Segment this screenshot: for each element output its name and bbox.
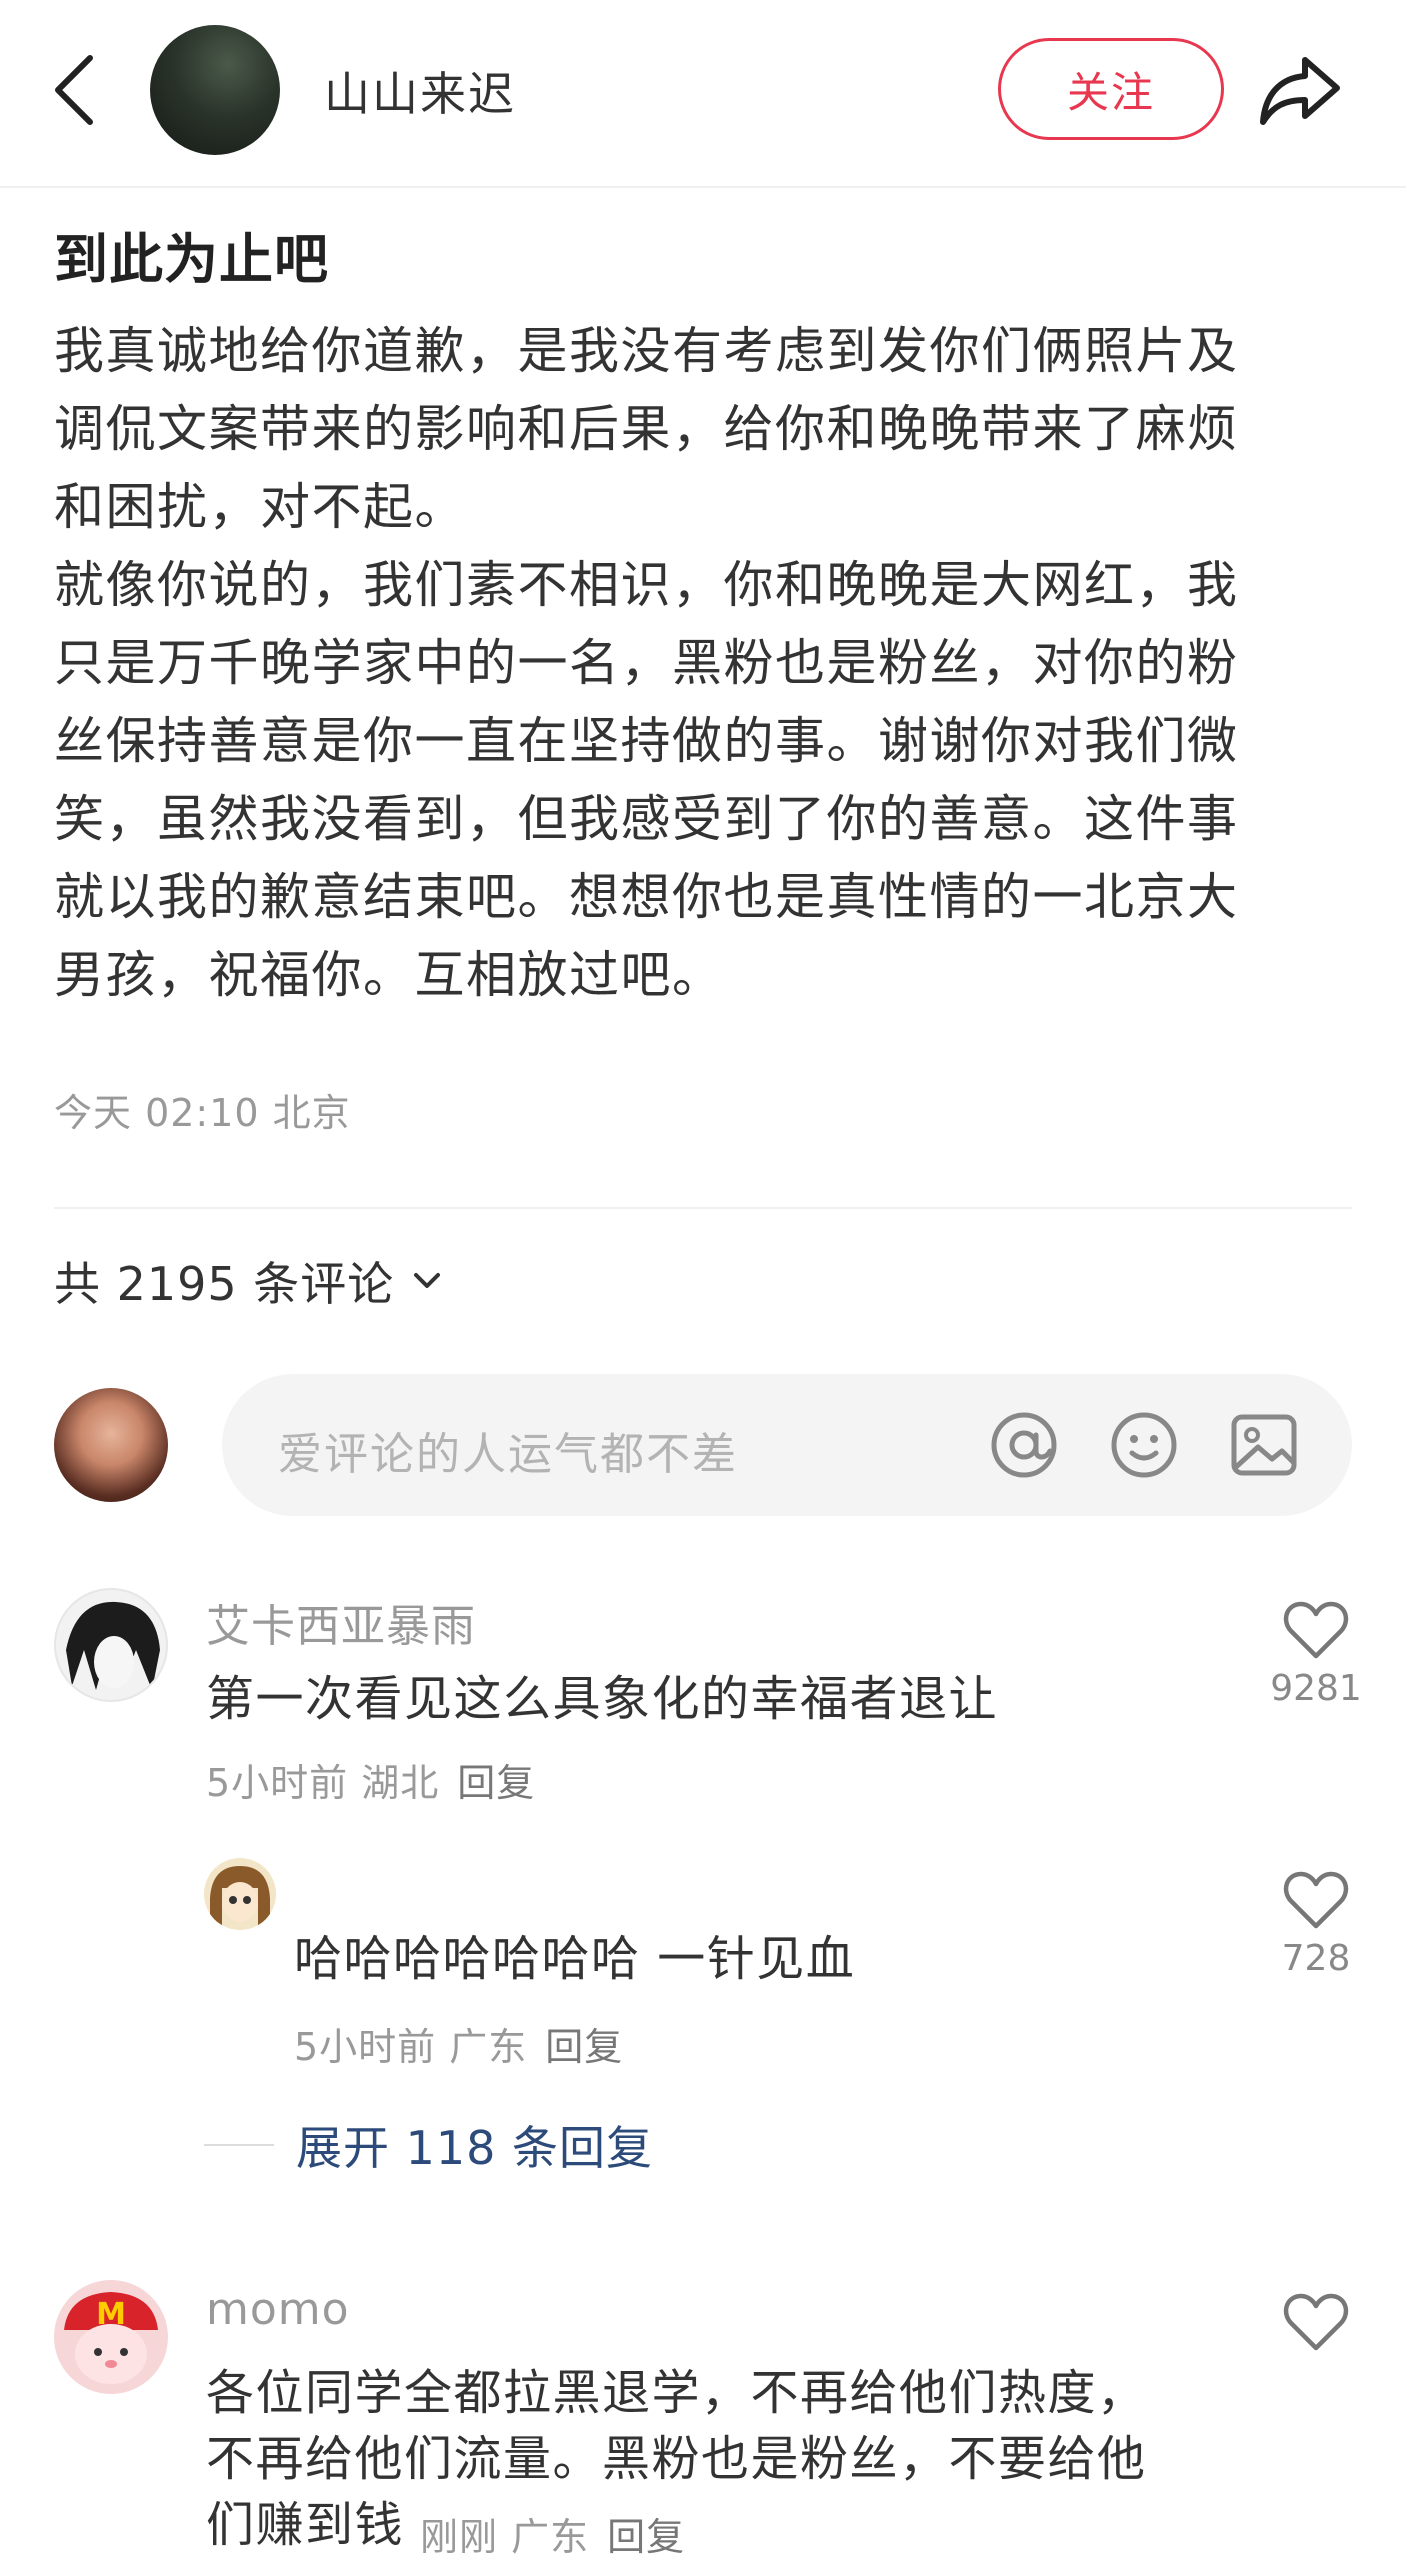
expand-replies-label: 展开 118 条回复 [296,2121,654,2175]
comment-text[interactable]: 哈哈哈哈哈哈哈 一针见血 [294,1926,855,1992]
post-meta: 今天 02:10 北京 [54,1091,351,1135]
comment-meta: 5小时前 广东 回复 [294,2016,623,2071]
comment-time: 刚刚 广东 [420,2515,590,2559]
comment-meta: 5小时前 湖北 回复 [206,1752,535,1807]
mention-icon[interactable] [986,1407,1062,1483]
comment-count-sort[interactable]: 共 2195 条评论 [54,1248,442,1314]
post-line: 笑，虽然我没看到，但我感受到了你的善意。这件事 [54,790,1239,848]
follow-button[interactable]: 关注 [998,38,1224,140]
comment-input[interactable]: 爱评论的人运气都不差 [222,1374,1352,1516]
post-line: 和困扰，对不起。 [54,478,466,536]
comment-count-label: 共 2195 条评论 [54,1257,395,1311]
post-line: 只是万千晚学家中的一名，黑粉也是粉丝，对你的粉 [54,634,1239,692]
like-button[interactable]: 9281 [1266,1600,1366,1709]
image-icon[interactable] [1226,1407,1302,1483]
comment-time: 5小时前 广东 [294,2025,528,2069]
post-line: 丝保持善意是你一直在坚持做的事。谢谢你对我们微 [54,712,1239,770]
comment-text[interactable]: 第一次看见这么具象化的幸福者退让 [206,1666,998,1732]
share-icon [1260,57,1340,125]
emoji-icon[interactable] [1106,1407,1182,1483]
heart-icon [1283,1601,1349,1659]
my-avatar [54,1388,168,1502]
commenter-name[interactable]: momo [206,2284,350,2335]
reply-button[interactable]: 回复 [545,2025,623,2069]
top-bar: 山山来迟 关注 [0,0,1406,188]
chevron-left-icon [55,55,93,125]
author-name[interactable]: 山山来迟 [324,58,516,124]
comment-text[interactable]: 各位同学全都拉黑退学，不再给他们热度， [206,2360,1147,2426]
author-avatar[interactable] [150,25,280,155]
commenter-avatar[interactable] [204,1858,276,1930]
post-title: 到此为止吧 [54,228,329,291]
heart-icon [1283,2293,1349,2351]
post-line: 就以我的歉意结束吧。想想你也是真性情的一北京大 [54,868,1239,926]
post-body: 我真诚地给你道歉，是我没有考虑到发你们俩照片及 调侃文案带来的影响和后果，给你和… [54,312,1354,1014]
post-line: 我真诚地给你道歉，是我没有考虑到发你们俩照片及 [54,322,1239,380]
chevron-down-icon [412,1271,442,1291]
post-line: 调侃文案带来的影响和后果，给你和晚晚带来了麻烦 [54,400,1239,458]
comment-meta: 刚刚 广东 回复 [420,2506,685,2560]
like-button[interactable] [1266,2292,1366,2352]
comment-time: 5小时前 湖北 [206,1761,440,1805]
like-button[interactable]: 728 [1266,1870,1366,1979]
heart-icon [1283,1871,1349,1929]
reply-button[interactable]: 回复 [457,1761,535,1805]
commenter-avatar[interactable] [54,1588,168,1702]
like-count: 728 [1281,1938,1351,1979]
commenter-avatar[interactable]: M [54,2280,168,2394]
post-line: 就像你说的，我们素不相识，你和晚晚是大网红，我 [54,556,1239,614]
comment-input-placeholder: 爱评论的人运气都不差 [278,1429,738,1480]
expand-replies-button[interactable]: 展开 118 条回复 [204,2112,653,2178]
expand-line [204,2144,274,2146]
like-count: 9281 [1270,1668,1362,1709]
back-button[interactable] [44,50,104,130]
reply-button[interactable]: 回复 [607,2515,685,2559]
post-line: 男孩，祝福你。互相放过吧。 [54,946,724,1004]
comment-text[interactable]: 们赚到钱 [206,2492,404,2558]
commenter-name[interactable]: 艾卡西亚暴雨 [206,1590,476,1654]
comment-text[interactable]: 不再给他们流量。黑粉也是粉丝，不要给他 [206,2426,1147,2492]
share-button[interactable] [1258,48,1344,134]
divider [54,1207,1352,1209]
